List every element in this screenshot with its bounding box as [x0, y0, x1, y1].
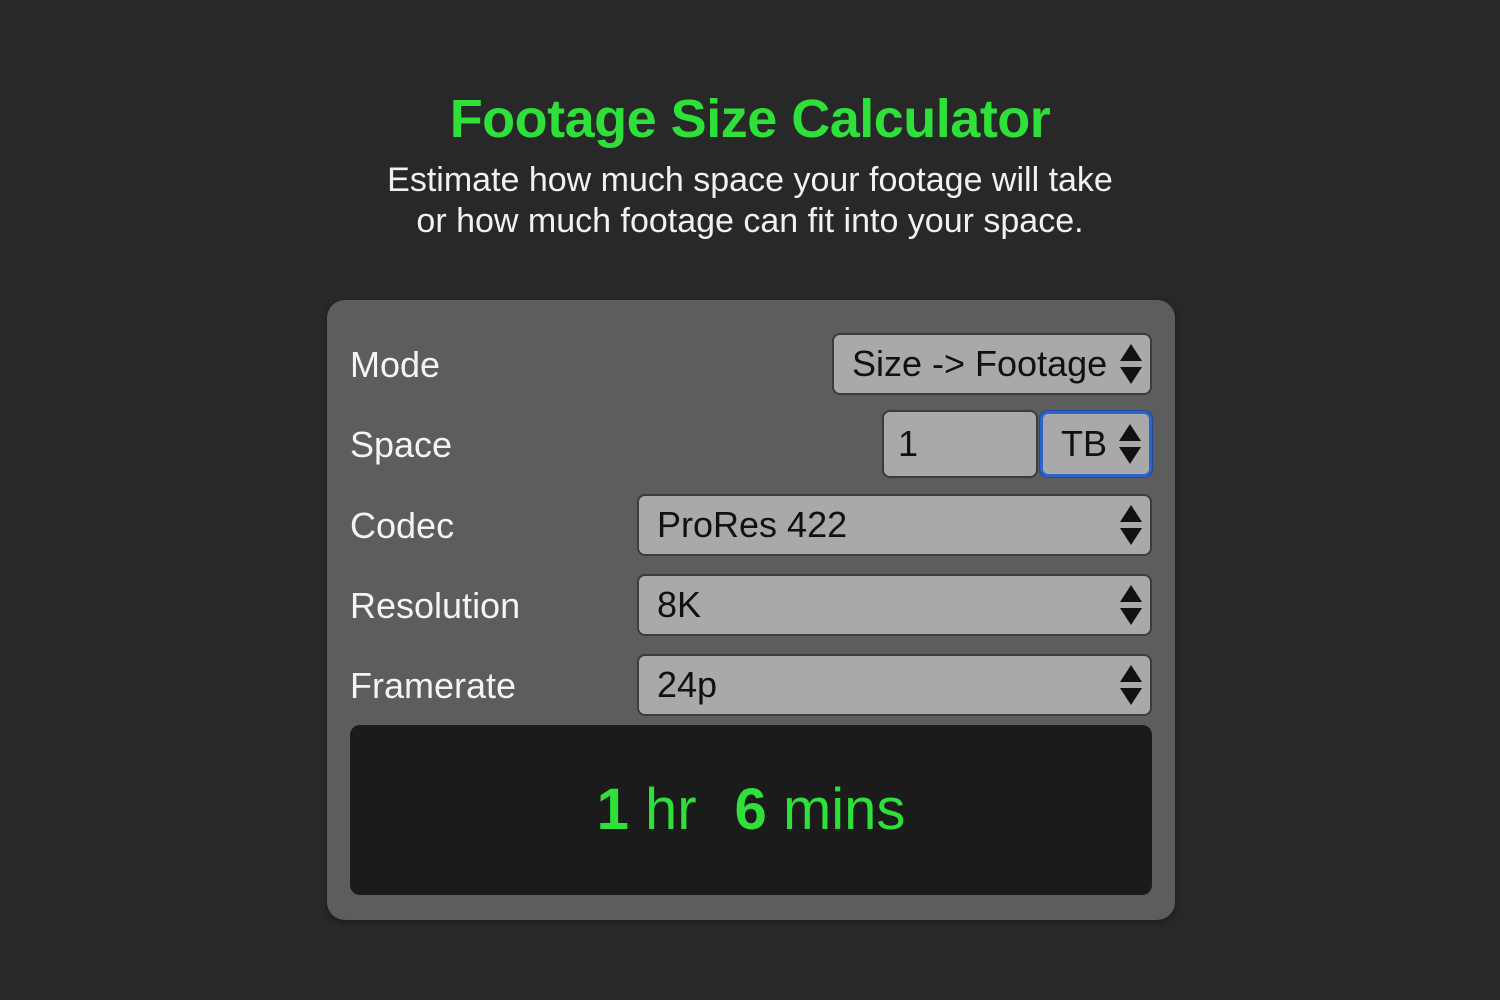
result-minutes-unit: mins [782, 777, 906, 842]
resolution-label: Resolution [350, 585, 521, 626]
codec-select[interactable]: ProRes 422 [637, 494, 1152, 556]
mode-row: Mode Size -> Footage [350, 333, 1152, 397]
subtitle-line-2: or how much footage can fit into your sp… [416, 202, 1084, 240]
space-unit-value: TB [1061, 423, 1108, 464]
framerate-label: Framerate [350, 665, 517, 706]
result-hours-unit: hr [644, 777, 697, 842]
updown-arrows-icon [1120, 505, 1142, 545]
resolution-select-value: 8K [657, 584, 702, 625]
space-amount-value: 1 [898, 423, 919, 464]
codec-row: Codec ProRes 422 [350, 494, 1152, 558]
framerate-select[interactable]: 24p [637, 654, 1152, 716]
updown-arrows-icon [1119, 424, 1141, 464]
framerate-select-value: 24p [657, 664, 718, 705]
subtitle-line-1: Estimate how much space your footage wil… [387, 161, 1113, 199]
updown-arrows-icon [1120, 344, 1142, 384]
space-amount-input[interactable]: 1 [882, 410, 1038, 478]
header: Footage Size Calculator Estimate how muc… [0, 84, 1500, 242]
result-display: 1 hr 6 mins [350, 725, 1152, 895]
updown-arrows-icon [1120, 665, 1142, 705]
calculator-panel: Mode Size -> Footage Space 1 TB Codec Pr… [327, 300, 1175, 920]
space-unit-select[interactable]: TB [1040, 411, 1152, 477]
updown-arrows-icon [1120, 585, 1142, 625]
page-subtitle: Estimate how much space your footage wil… [0, 160, 1500, 242]
codec-label: Codec [350, 505, 455, 546]
result-minutes: 6 [734, 777, 767, 842]
result-hours: 1 [596, 777, 629, 842]
mode-label: Mode [350, 344, 441, 385]
mode-select-value: Size -> Footage [852, 343, 1108, 384]
page: Footage Size Calculator Estimate how muc… [0, 0, 1500, 1000]
space-label: Space [350, 424, 453, 465]
mode-select[interactable]: Size -> Footage [832, 333, 1152, 395]
resolution-row: Resolution 8K [350, 574, 1152, 638]
framerate-row: Framerate 24p [350, 654, 1152, 718]
codec-select-value: ProRes 422 [657, 504, 848, 545]
space-row: Space 1 TB [350, 410, 1152, 478]
resolution-select[interactable]: 8K [637, 574, 1152, 636]
page-title: Footage Size Calculator [449, 89, 1051, 149]
